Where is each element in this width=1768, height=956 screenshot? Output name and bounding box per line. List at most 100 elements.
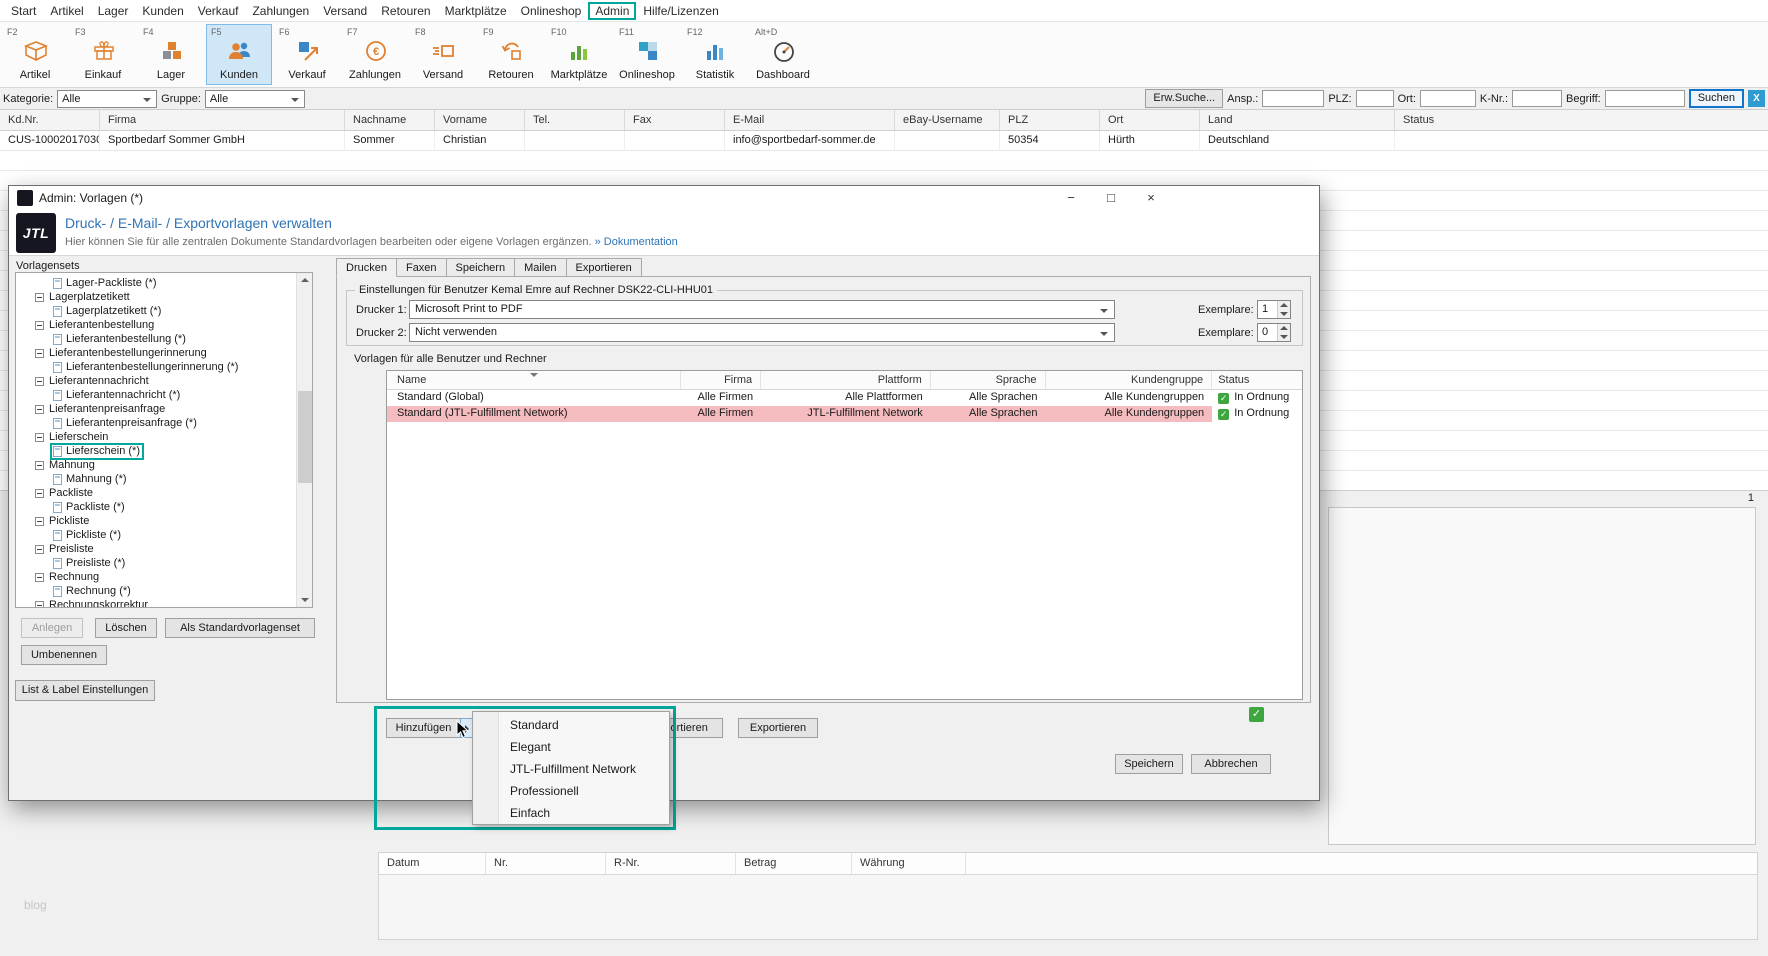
- collapse-icon[interactable]: [35, 404, 44, 414]
- tab-drucken[interactable]: Drucken: [336, 258, 397, 277]
- dialog-title-bar[interactable]: Admin: Vorlagen (*) − □ ×: [9, 186, 1319, 210]
- abbrechen-button[interactable]: Abbrechen: [1191, 754, 1271, 774]
- tree-item[interactable]: Lieferantenbestellung (*): [16, 332, 312, 346]
- kundennummer-input[interactable]: [1512, 90, 1563, 107]
- tree-item[interactable]: Lieferantenbestellungerinnerung (*): [16, 360, 312, 374]
- menu-verkauf[interactable]: Verkauf: [191, 2, 246, 20]
- tree-item[interactable]: Lieferantenbestellungerinnerung: [16, 346, 312, 360]
- tree-item[interactable]: Mahnung: [16, 458, 312, 472]
- toolbar-versand-button[interactable]: F8 Versand: [410, 24, 476, 85]
- menu-item-elegant[interactable]: Elegant: [473, 736, 669, 758]
- toolbar-marktplaetze-button[interactable]: F10 Marktplätze: [546, 24, 612, 85]
- tree-item[interactable]: Pickliste (*): [16, 528, 312, 542]
- tab-faxen[interactable]: Faxen: [395, 258, 447, 277]
- column-kdnr[interactable]: Kd.Nr.: [0, 110, 100, 130]
- stepper-buttons[interactable]: [1277, 324, 1290, 341]
- tree-item[interactable]: Rechnungskorrektur: [16, 598, 312, 607]
- filter-close-button[interactable]: X: [1748, 90, 1765, 107]
- exemplare1-stepper[interactable]: 1: [1257, 300, 1291, 319]
- toolbar-retouren-button[interactable]: F9 Retouren: [478, 24, 544, 85]
- toolbar-statistik-button[interactable]: F12 Statistik: [682, 24, 748, 85]
- column-status[interactable]: Status: [1395, 110, 1768, 130]
- column-vorname[interactable]: Vorname: [435, 110, 525, 130]
- tree-item[interactable]: Pickliste: [16, 514, 312, 528]
- collapse-icon[interactable]: [35, 432, 44, 442]
- toolbar-zahlungen-button[interactable]: F7 € Zahlungen: [342, 24, 408, 85]
- tree-item[interactable]: Rechnung (*): [16, 584, 312, 598]
- menu-marktplaetze[interactable]: Marktplätze: [438, 2, 514, 20]
- tree-item[interactable]: Lieferantennachricht (*): [16, 388, 312, 402]
- toolbar-verkauf-button[interactable]: F6 Verkauf: [274, 24, 340, 85]
- ort-input[interactable]: [1419, 90, 1476, 107]
- column-name[interactable]: Name: [387, 371, 682, 389]
- column-tel[interactable]: Tel.: [525, 110, 625, 130]
- template-row-standard-jtl-fulfillment[interactable]: Standard (JTL-Fulfillment Network) Alle …: [387, 406, 1302, 422]
- menu-zahlungen[interactable]: Zahlungen: [245, 2, 316, 20]
- dokumentation-link[interactable]: » Dokumentation: [595, 236, 678, 248]
- column-nachname[interactable]: Nachname: [345, 110, 435, 130]
- collapse-icon[interactable]: [35, 460, 44, 470]
- stepper-buttons[interactable]: [1277, 301, 1290, 318]
- menu-lager[interactable]: Lager: [91, 2, 136, 20]
- collapse-icon[interactable]: [35, 292, 44, 302]
- tree-item[interactable]: Lieferantenpreisanfrage (*): [16, 416, 312, 430]
- scroll-down-icon[interactable]: [301, 598, 309, 602]
- tree-item[interactable]: Preisliste: [16, 542, 312, 556]
- tab-exportieren[interactable]: Exportieren: [565, 258, 642, 277]
- collapse-icon[interactable]: [35, 600, 44, 607]
- suchen-button[interactable]: Suchen: [1688, 89, 1744, 108]
- toolbar-lager-button[interactable]: F4 Lager: [138, 24, 204, 85]
- tab-speichern[interactable]: Speichern: [445, 258, 516, 277]
- maximize-button[interactable]: □: [1091, 186, 1131, 210]
- exportieren-button[interactable]: Exportieren: [738, 718, 818, 738]
- column-fax[interactable]: Fax: [625, 110, 725, 130]
- column-rnr[interactable]: R-Nr.: [606, 853, 736, 874]
- toolbar-einkauf-button[interactable]: F3 Einkauf: [70, 24, 136, 85]
- als-standardvorlagenset-button[interactable]: Als Standardvorlagenset: [165, 618, 315, 638]
- template-row-standard-global[interactable]: Standard (Global) Alle Firmen Alle Platt…: [387, 390, 1302, 406]
- collapse-icon[interactable]: [35, 516, 44, 526]
- menu-retouren[interactable]: Retouren: [374, 2, 437, 20]
- close-button[interactable]: ×: [1131, 186, 1171, 210]
- toolbar-artikel-button[interactable]: F2 Artikel: [2, 24, 68, 85]
- kategorie-select[interactable]: Alle: [57, 89, 158, 108]
- collapse-icon[interactable]: [35, 572, 44, 582]
- scrollbar-thumb[interactable]: [298, 391, 312, 483]
- umbenennen-button[interactable]: Umbenennen: [21, 645, 107, 665]
- collapse-icon[interactable]: [35, 544, 44, 554]
- gruppe-select[interactable]: Alle: [204, 89, 305, 108]
- tree-item[interactable]: Lagerplatzetikett: [16, 290, 312, 304]
- tree-item[interactable]: Rechnung: [16, 570, 312, 584]
- column-land[interactable]: Land: [1200, 110, 1395, 130]
- menu-item-jtl-fulfillment-network[interactable]: JTL-Fulfillment Network: [473, 758, 669, 780]
- menu-hilfe-lizenzen[interactable]: Hilfe/Lizenzen: [636, 2, 725, 20]
- menu-item-einfach[interactable]: Einfach: [473, 802, 669, 824]
- column-nr[interactable]: Nr.: [486, 853, 606, 874]
- hinzufuegen-button[interactable]: Hinzufügen: [386, 718, 461, 738]
- tree-item[interactable]: Lagerplatzetikett (*): [16, 304, 312, 318]
- column-kundengruppe[interactable]: Kundengruppe: [1046, 371, 1213, 389]
- column-plz[interactable]: PLZ: [1000, 110, 1100, 130]
- scroll-up-icon[interactable]: [301, 278, 309, 282]
- column-sprache[interactable]: Sprache: [931, 371, 1046, 389]
- collapse-icon[interactable]: [35, 488, 44, 498]
- column-email[interactable]: E-Mail: [725, 110, 895, 130]
- column-firma[interactable]: Firma: [681, 371, 762, 389]
- customer-row[interactable]: CUS-100020170301 Sportbedarf Sommer GmbH…: [0, 131, 1768, 151]
- collapse-icon[interactable]: [35, 376, 44, 386]
- tree-item[interactable]: Packliste (*): [16, 500, 312, 514]
- tree-item[interactable]: Preisliste (*): [16, 556, 312, 570]
- drucker1-select[interactable]: Microsoft Print to PDF: [409, 300, 1115, 319]
- collapse-icon[interactable]: [35, 348, 44, 358]
- tree-item[interactable]: Lager-Packliste (*): [16, 276, 312, 290]
- column-betrag[interactable]: Betrag: [736, 853, 852, 874]
- tree-item[interactable]: Mahnung (*): [16, 472, 312, 486]
- erweiterte-suche-button[interactable]: Erw.Suche...: [1145, 89, 1224, 108]
- menu-item-professionell[interactable]: Professionell: [473, 780, 669, 802]
- tree-item[interactable]: Packliste: [16, 486, 312, 500]
- toolbar-kunden-button[interactable]: F5 Kunden: [206, 24, 272, 85]
- menu-kunden[interactable]: Kunden: [135, 2, 190, 20]
- tree-scrollbar[interactable]: [296, 273, 312, 607]
- tree-item-lieferschein-selected[interactable]: Lieferschein (*): [16, 442, 312, 460]
- minimize-button[interactable]: −: [1051, 186, 1091, 210]
